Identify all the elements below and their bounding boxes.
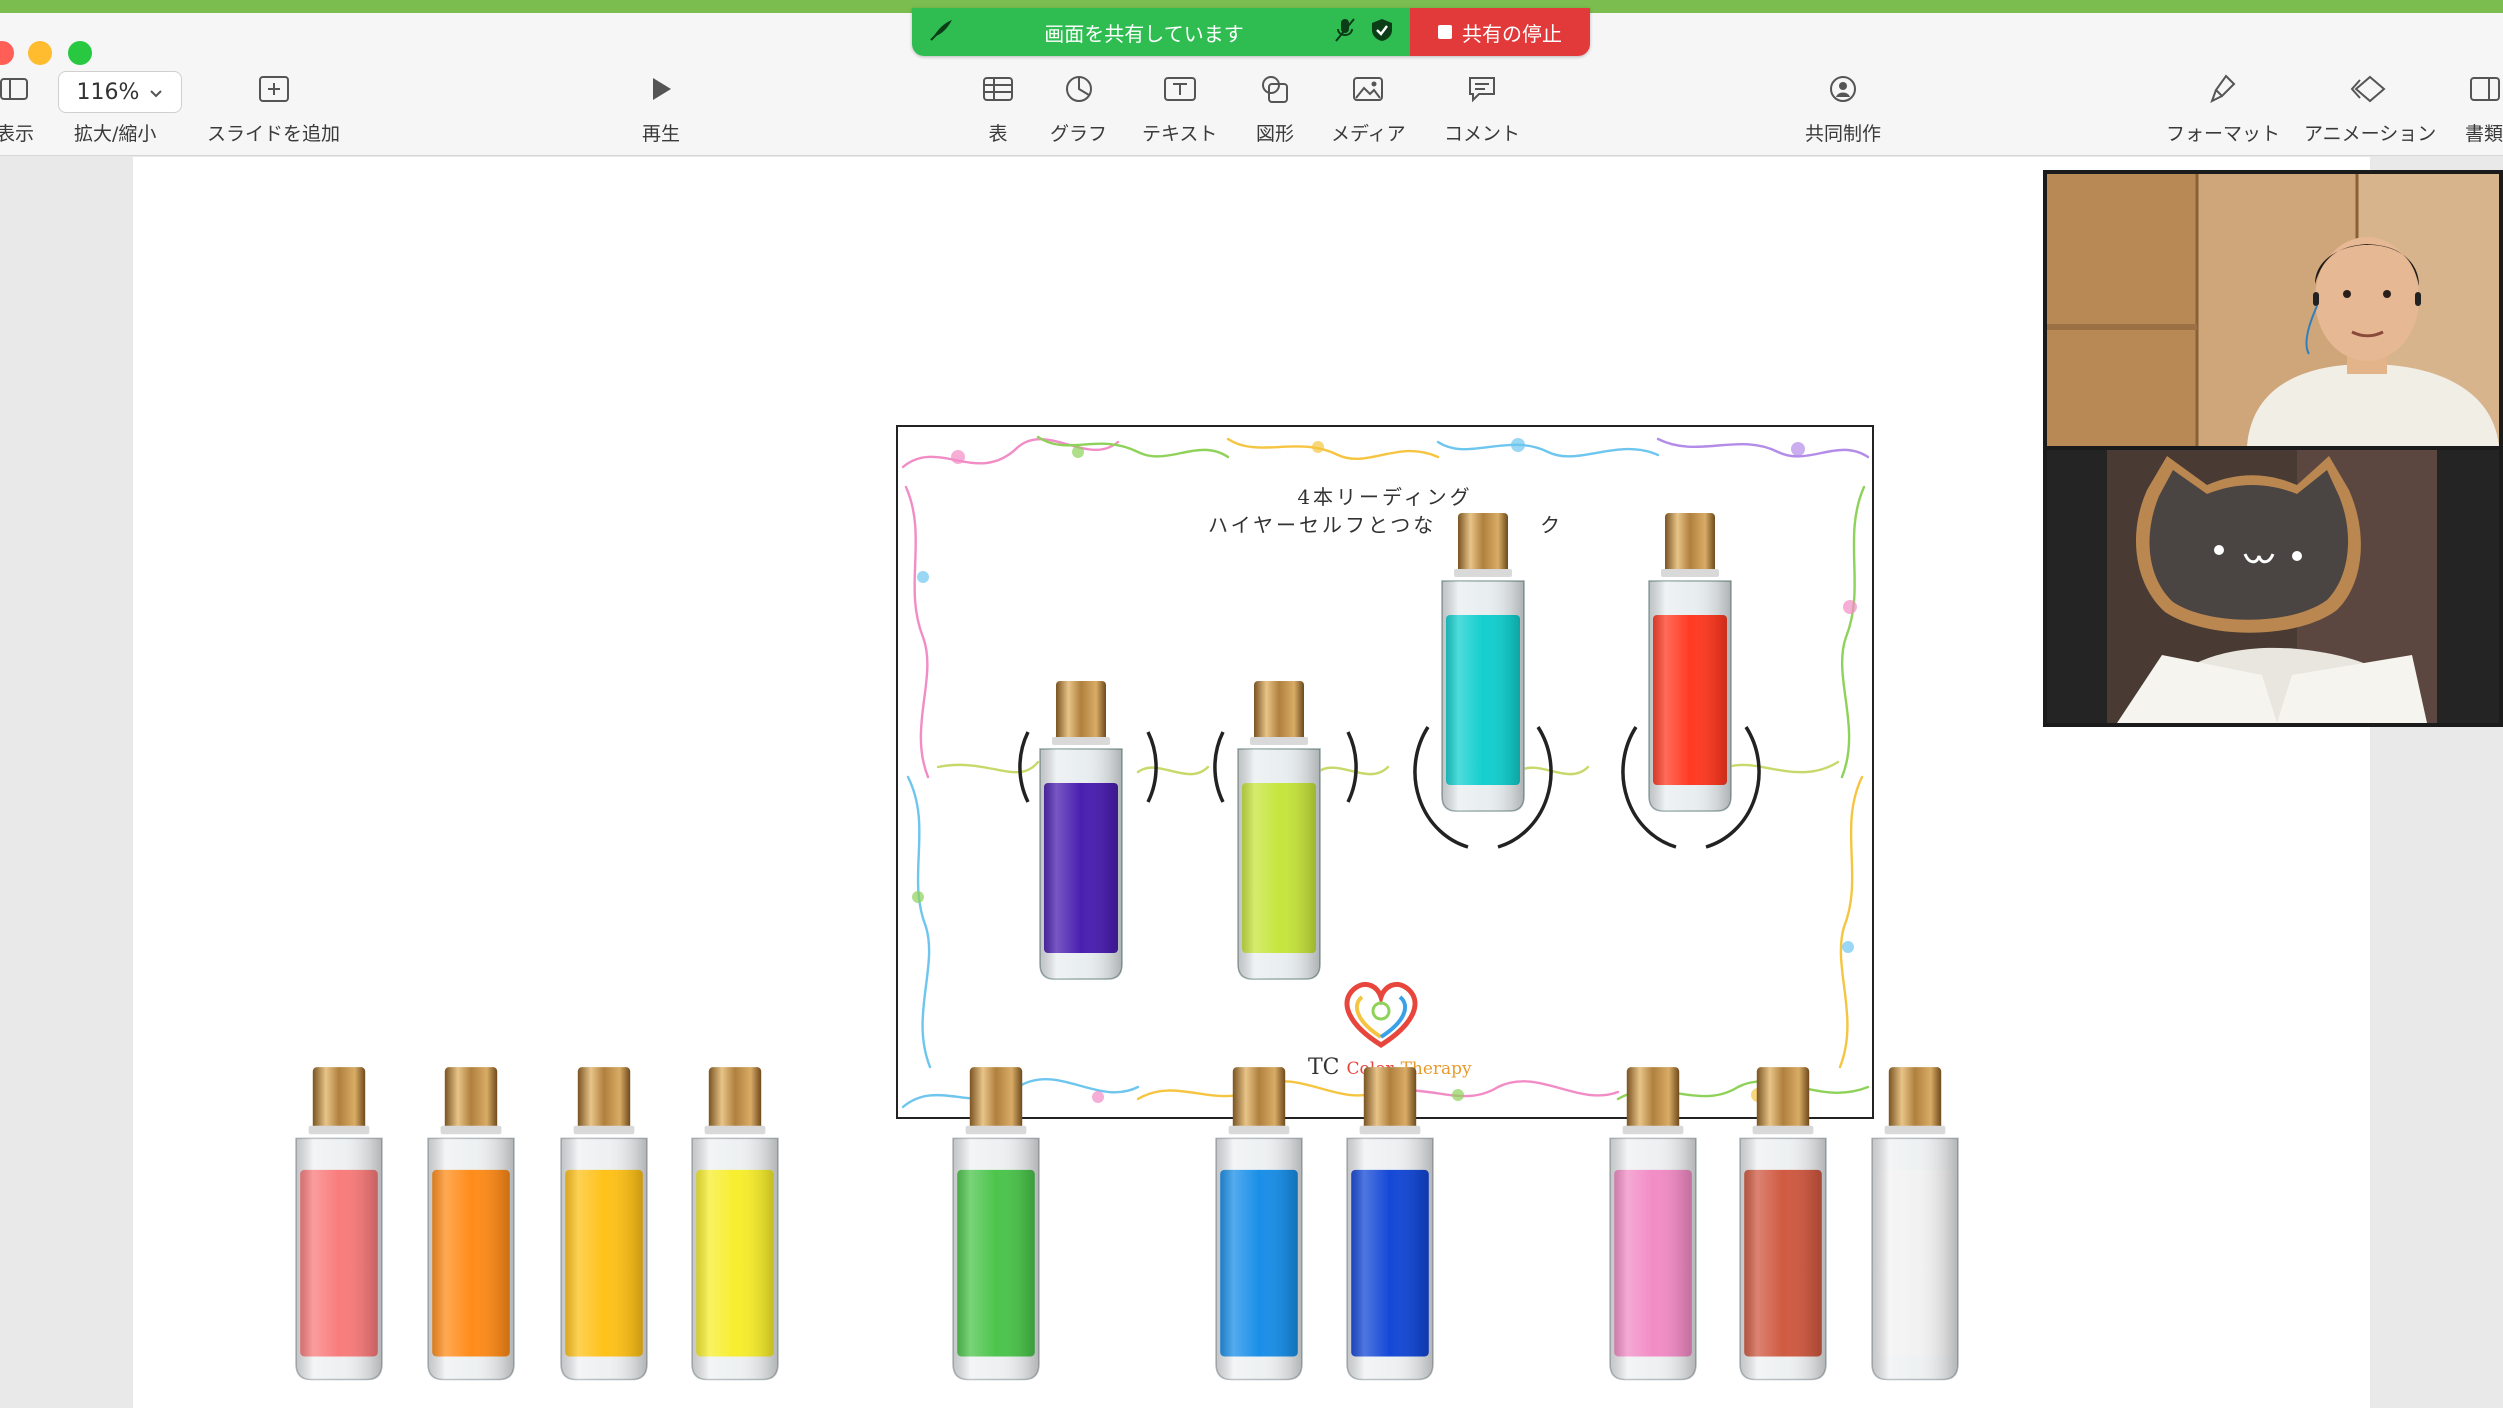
video-participants-panel[interactable] [2043, 170, 2503, 727]
table-button[interactable]: 表 [982, 69, 1014, 146]
text-label: テキスト [1142, 123, 1218, 145]
share-status-area[interactable]: 画面を共有しています [912, 8, 1410, 56]
shape-label: 図形 [1256, 123, 1295, 145]
comment-icon [1444, 69, 1520, 109]
diamond-icon [2304, 69, 2436, 109]
collaborate-icon [1805, 69, 1881, 109]
media-label: メディア [1331, 123, 1406, 145]
slot-bottle-4[interactable] [1635, 511, 1745, 821]
zoom-label: 拡大/縮小 [74, 123, 157, 145]
slot-bottle-3[interactable] [1428, 511, 1538, 821]
image-icon [1331, 69, 1406, 109]
chart-label: グラフ [1050, 123, 1108, 145]
paintbrush-icon [2166, 69, 2280, 109]
view-label: 表示 [0, 123, 35, 145]
palette-bottle-7[interactable] [1331, 1065, 1449, 1390]
stop-share-label: 共有の停止 [1462, 21, 1562, 46]
play-label: 再生 [642, 123, 681, 145]
mic-muted-icon[interactable] [1334, 17, 1356, 48]
comment-label: コメント [1444, 123, 1521, 145]
sidebar-icon [0, 69, 34, 109]
stop-share-button[interactable]: 共有の停止 [1410, 8, 1590, 56]
play-icon [642, 69, 680, 109]
participant-2-camera-feed [2047, 450, 2499, 723]
text-box-icon [1142, 69, 1217, 109]
palette-bottle-5[interactable] [937, 1065, 1055, 1390]
close-window-button[interactable] [0, 41, 14, 65]
zoom-value: 116% [76, 79, 140, 105]
play-button[interactable]: 再生 [642, 69, 680, 146]
media-button[interactable]: メディア [1331, 69, 1406, 146]
share-status-text: 画面を共有しています [1044, 21, 1244, 46]
document-icon [2465, 69, 2503, 109]
text-button[interactable]: テキスト [1142, 69, 1217, 146]
chart-button[interactable]: グラフ [1050, 69, 1107, 146]
collaborate-button[interactable]: 共同制作 [1805, 69, 1881, 146]
slide-canvas[interactable]: 4本リーディング ハイヤーセルフとつな ク TC Therapy [133, 157, 2370, 1408]
palette-bottle-2[interactable] [412, 1065, 530, 1390]
tc-color-therapy-logo [1344, 982, 1418, 1048]
palette-bottle-9[interactable] [1724, 1065, 1842, 1390]
palette-bottle-8[interactable] [1594, 1065, 1712, 1390]
screen-share-banner: 画面を共有しています 共有の停止 [912, 8, 1590, 56]
table-label: 表 [988, 123, 1008, 145]
zoom-label-item: 拡大/縮小 [74, 119, 156, 146]
view-button[interactable]: 表示 [0, 69, 34, 146]
slot-bottle-2[interactable] [1224, 679, 1334, 989]
document-button[interactable]: 書類 [2465, 69, 2503, 146]
add-slide-button[interactable]: スライドを追加 [207, 69, 340, 146]
zoom-select[interactable]: 116% [58, 71, 182, 113]
participant-video-1[interactable] [2047, 174, 2499, 446]
minimize-window-button[interactable] [28, 41, 52, 65]
current-slide[interactable]: 4本リーディング ハイヤーセルフとつな ク TC Therapy [896, 425, 1874, 1119]
chevron-down-icon [149, 80, 163, 105]
palette-bottle-3[interactable] [545, 1065, 663, 1390]
add-slide-label: スライドを追加 [207, 123, 341, 145]
slide-title-line2-left: ハイヤーセルフとつな [1208, 513, 1437, 537]
animate-button[interactable]: アニメーション [2304, 69, 2436, 146]
shape-icon [1256, 69, 1294, 109]
palette-bottle-4[interactable] [676, 1065, 794, 1390]
chart-icon [1050, 69, 1107, 109]
zoom-window-button[interactable] [68, 41, 92, 65]
cat-face-mask [2135, 456, 2361, 633]
shield-check-icon[interactable] [1370, 17, 1394, 48]
comment-button[interactable]: コメント [1444, 69, 1520, 146]
collaborate-label: 共同制作 [1805, 123, 1882, 145]
format-button[interactable]: フォーマット [2166, 69, 2280, 146]
add-slide-icon [207, 69, 340, 109]
palette-bottle-6[interactable] [1200, 1065, 1318, 1390]
shape-button[interactable]: 図形 [1256, 69, 1294, 146]
participant-1-camera-feed [2047, 174, 2499, 446]
document-label: 書類 [2465, 123, 2503, 145]
palette-bottle-10[interactable] [1856, 1065, 1974, 1390]
stop-square-icon [1438, 25, 1452, 39]
slide-title-line2-right: ク [1540, 513, 1563, 537]
table-icon [982, 69, 1014, 109]
animate-label: アニメーション [2304, 123, 2437, 145]
format-label: フォーマット [2166, 123, 2281, 145]
slide-title-line1: 4本リーディング [1297, 485, 1473, 509]
feather-icon [928, 17, 954, 48]
participant-video-2[interactable] [2047, 450, 2499, 723]
palette-bottle-1[interactable] [280, 1065, 398, 1390]
slot-bottle-1[interactable] [1026, 679, 1136, 989]
